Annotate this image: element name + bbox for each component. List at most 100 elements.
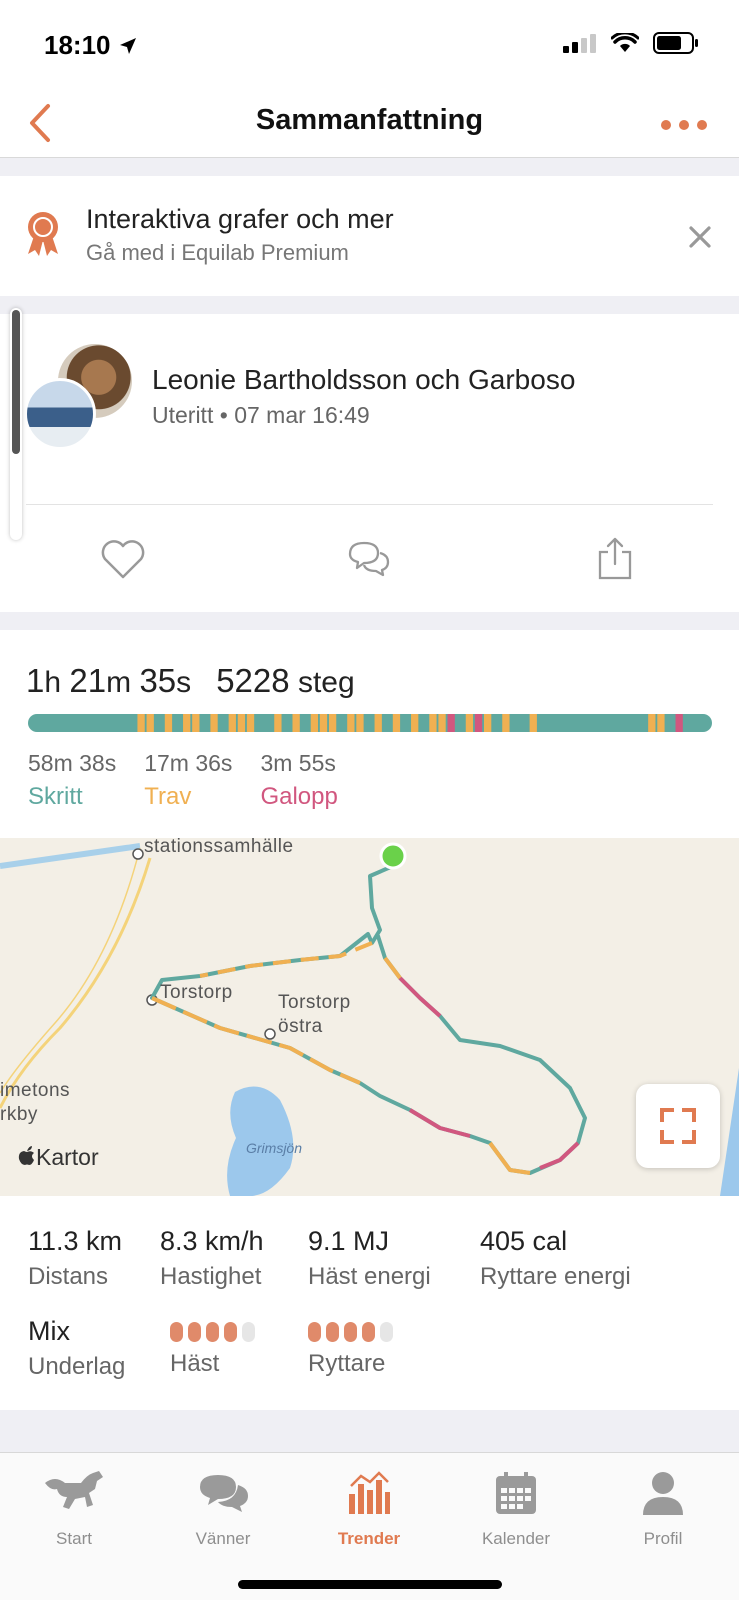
ride-summary: 1h 21m 35s 5228 steg	[26, 662, 355, 700]
map-label-lake: Grimsjön	[246, 1140, 303, 1156]
map-label-torstorp: Torstorp	[160, 982, 233, 1003]
navigation-bar: Sammanfattning	[0, 90, 739, 158]
location-arrow-icon	[119, 38, 136, 54]
calendar-icon	[496, 1472, 536, 1514]
gait-breakdown: 58m 38s Skritt 17m 36s Trav 3m 55s Galop…	[28, 750, 366, 811]
ride-stats-card: 1h 21m 35s 5228 steg 58m 38s Skritt 17m …	[0, 630, 739, 1410]
gait-segment-canter	[474, 714, 483, 732]
duration-seconds: 35	[139, 662, 177, 699]
map-label-station: stationssamhälle	[144, 838, 294, 857]
more-options-icon[interactable]	[659, 110, 709, 140]
horse-icon	[45, 1471, 103, 1509]
stat-surface: Mix Underlag	[28, 1316, 126, 1380]
rider-rating-dots	[308, 1320, 393, 1344]
step-count: 5228	[216, 662, 290, 699]
step-unit: steg	[297, 666, 355, 699]
gait-segment-trot	[328, 714, 337, 732]
duration-seconds-unit: s	[176, 666, 192, 699]
rating-dot	[206, 1322, 219, 1342]
share-icon[interactable]	[590, 534, 640, 584]
stat-speed: 8.3 km/h Hastighet	[160, 1226, 264, 1290]
premium-promo-banner[interactable]: Interaktiva grafer och mer Gå med i Equi…	[0, 176, 739, 296]
gait-segment-trot	[356, 714, 364, 732]
comment-icon[interactable]	[344, 534, 394, 584]
gait-segment-trot	[465, 714, 474, 732]
map-canvas	[0, 842, 739, 1196]
gait-segment-trot	[183, 714, 191, 732]
promo-subtitle: Gå med i Equilab Premium	[86, 240, 349, 265]
bar-chart-icon	[349, 1471, 390, 1514]
gait-segment-trot	[319, 714, 328, 732]
tab-trends[interactable]: Trender	[309, 1467, 429, 1549]
gait-canter-time: 3m 55s	[260, 750, 336, 776]
wifi-icon	[611, 33, 639, 52]
ride-meta: Uteritt • 07 mar 16:49	[152, 402, 370, 429]
gait-trot-time: 17m 36s	[144, 750, 233, 776]
rating-dot	[170, 1322, 183, 1342]
cellular-signal-icon	[563, 34, 596, 53]
rating-dot	[224, 1322, 237, 1342]
gait-canter-label: Galopp	[260, 783, 338, 810]
stat-horse-energy: 9.1 MJ Häst energi	[308, 1226, 431, 1290]
meta-separator: •	[219, 402, 228, 428]
duration-minutes-unit: m	[106, 666, 132, 699]
gait-segment-trot	[438, 714, 446, 732]
ride-datetime: 07 mar 16:49	[234, 402, 370, 428]
gait-timeline-bar	[28, 714, 712, 732]
gait-segment-trot	[529, 714, 537, 732]
rating-dot	[308, 1322, 321, 1342]
map-label-torstorp-ostra-1: Torstorp	[278, 992, 351, 1013]
ride-metrics: 11.3 km Distans 8.3 km/h Hastighet 9.1 M…	[28, 1226, 631, 1291]
divider	[26, 504, 713, 505]
gait-segment-trot	[164, 714, 173, 732]
tab-profile[interactable]: Profil	[603, 1467, 723, 1549]
rider-avatar[interactable]	[24, 378, 96, 450]
map-label-imetons-2: rkby	[0, 1104, 38, 1125]
tab-start[interactable]: Start	[14, 1467, 134, 1549]
tab-calendar[interactable]: Kalender	[456, 1467, 576, 1549]
gait-segment-trot	[292, 714, 300, 732]
gait-segment-trot	[657, 714, 665, 732]
battery-icon	[653, 32, 698, 54]
gait-segment-trot	[484, 714, 492, 732]
gait-segment-trot	[228, 714, 236, 732]
ride-participants[interactable]: Leonie Bartholdsson och Garboso	[152, 364, 575, 396]
stat-rider-rating: Ryttare	[308, 1316, 393, 1381]
gait-segment-trot	[210, 714, 218, 732]
gait-segment-trot	[411, 714, 419, 732]
chat-icon	[200, 1475, 248, 1512]
rating-dot	[344, 1322, 357, 1342]
gait-segment-canter	[447, 714, 455, 732]
duration-minutes: 21	[69, 662, 107, 699]
apple-logo-icon	[18, 1146, 34, 1165]
gait-walk-time: 58m 38s	[28, 750, 117, 776]
horse-rating-dots	[170, 1320, 308, 1344]
stat-distance: 11.3 km Distans	[28, 1226, 123, 1290]
gait-segment-trot	[192, 714, 200, 732]
expand-map-button[interactable]	[636, 1084, 720, 1168]
scroll-indicator[interactable]	[10, 308, 22, 540]
tab-bar: Start Vänner Trender Kalender Profil	[0, 1452, 739, 1600]
close-icon[interactable]	[687, 224, 713, 250]
gait-segment-trot	[648, 714, 656, 732]
map-credit: Kartor	[18, 1144, 99, 1171]
gait-segment-canter	[675, 714, 683, 732]
route-start-marker	[379, 842, 407, 870]
tab-friends[interactable]: Vänner	[163, 1467, 283, 1549]
status-bar: 18:10	[0, 0, 739, 90]
like-heart-icon[interactable]	[98, 534, 148, 584]
gait-walk: 58m 38s Skritt	[28, 750, 116, 811]
gait-segment-trot	[237, 714, 246, 732]
gait-canter: 3m 55s Galopp	[260, 750, 337, 811]
gait-segment-trot	[274, 714, 282, 732]
route-map[interactable]: stationssamhälle Torstorp Torstorp östra…	[0, 838, 739, 1196]
fullscreen-icon	[660, 1108, 696, 1144]
surface-metrics: Mix Underlag Häst Ryttare	[28, 1316, 393, 1381]
rating-dot	[188, 1322, 201, 1342]
gait-segment-trot	[246, 714, 255, 732]
page-title: Sammanfattning	[255, 104, 484, 136]
status-time: 18:10	[44, 30, 138, 61]
gait-segment-walk	[28, 714, 712, 732]
gait-segment-trot	[374, 714, 382, 732]
ride-type: Uteritt	[152, 402, 214, 428]
